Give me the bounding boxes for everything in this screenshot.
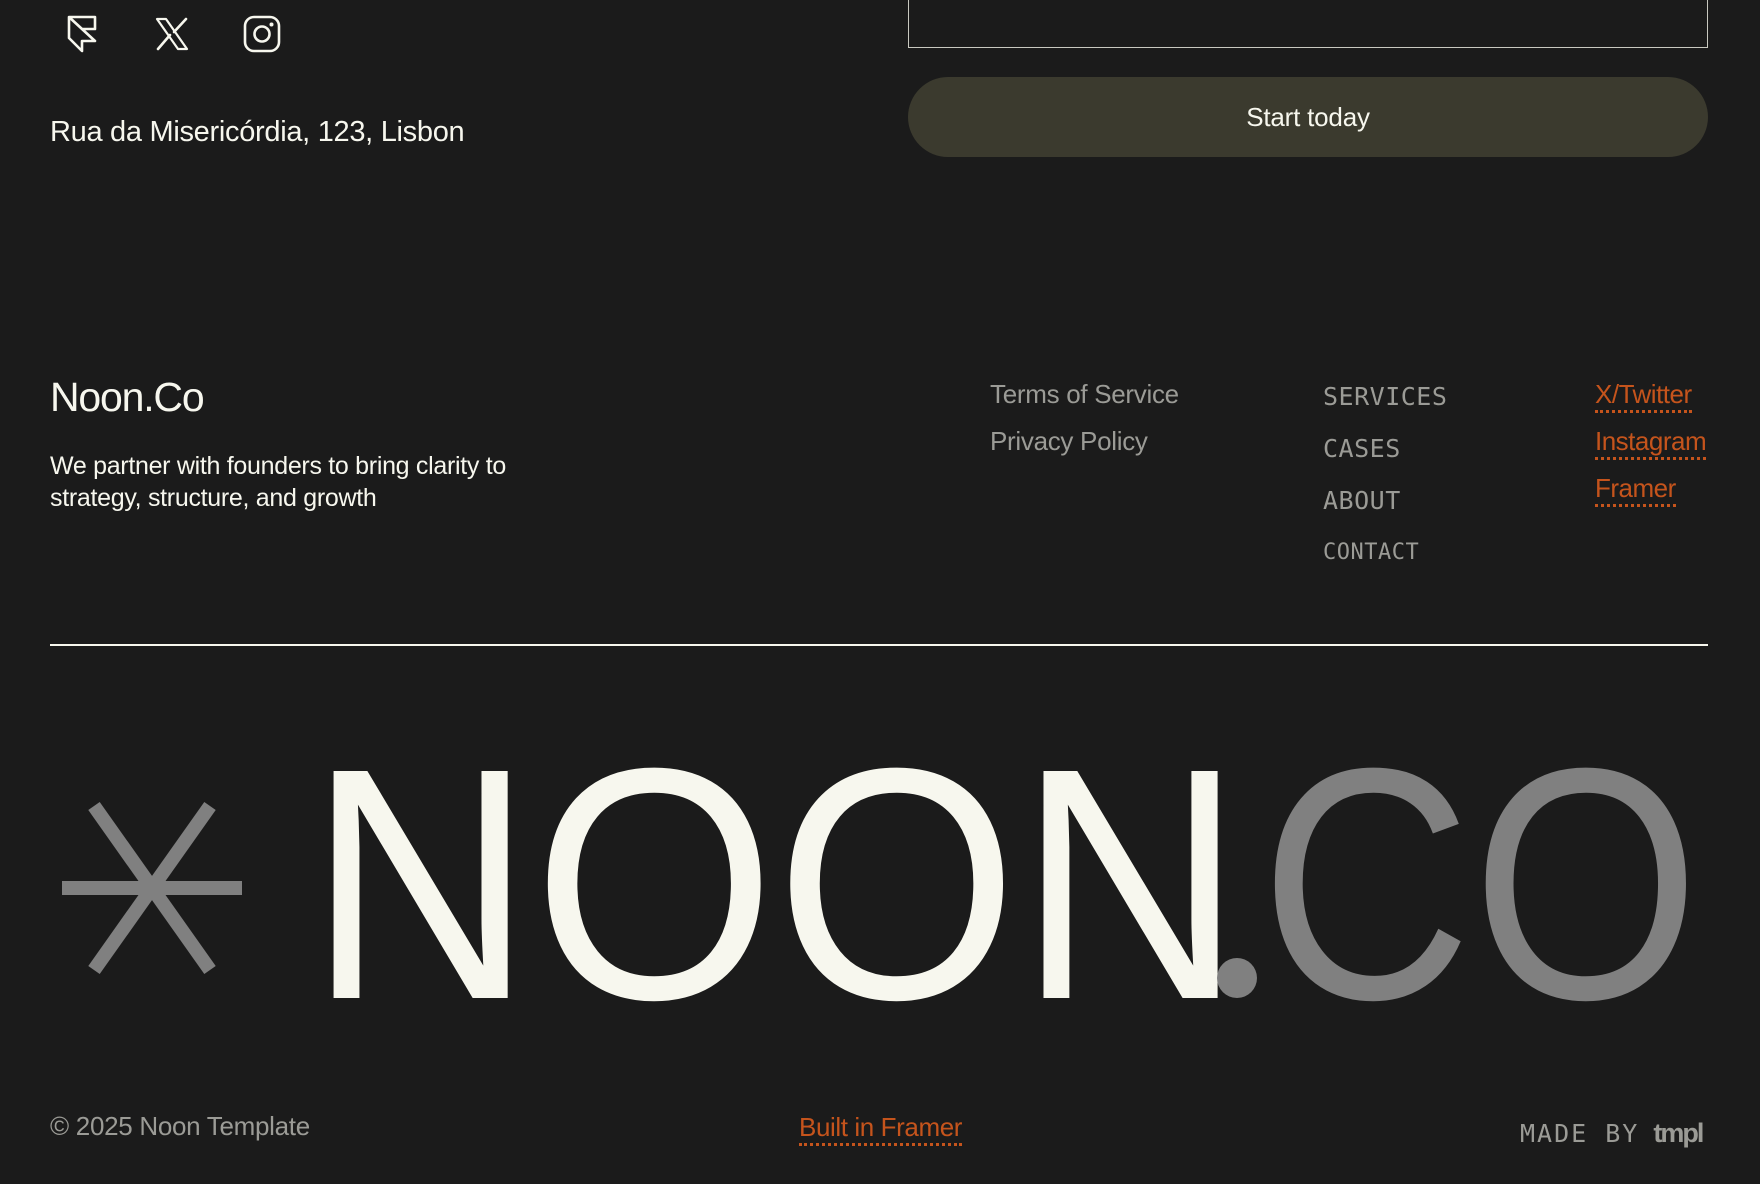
made-by-label: MADE BY — [1520, 1119, 1640, 1148]
terms-of-service-link[interactable]: Terms of Service — [990, 378, 1179, 410]
copyright-text: © 2025 Noon Template — [50, 1111, 310, 1141]
noon-co-wordmark: NOON CO — [62, 740, 1700, 1020]
wordmark-dot — [1217, 958, 1257, 998]
legal-links: Terms of Service Privacy Policy — [990, 378, 1179, 457]
footer-tagline: We partner with founders to bring clarit… — [50, 452, 507, 512]
wordmark-main: NOON — [308, 740, 1243, 1020]
built-in-framer-link[interactable]: Built in Framer — [799, 1111, 962, 1146]
nav-link-cases[interactable]: CASES — [1323, 432, 1447, 466]
framer-icon[interactable] — [62, 14, 102, 54]
tmpl-logo[interactable]: tmpl — [1653, 1118, 1704, 1149]
footer-nav: SERVICES CASES ABOUT CONTACT — [1323, 380, 1447, 570]
wordmark-accent: CO — [1260, 740, 1700, 1020]
instagram-link[interactable]: Instagram — [1595, 425, 1707, 460]
made-by-credit: MADE BY tmpl — [1520, 1118, 1704, 1149]
start-today-button[interactable]: Start today — [908, 77, 1708, 157]
social-icon-row — [62, 14, 282, 54]
footer-divider — [50, 644, 1708, 646]
nav-link-about[interactable]: ABOUT — [1323, 484, 1447, 518]
framer-link[interactable]: Framer — [1595, 472, 1676, 507]
social-links: X/Twitter Instagram Framer — [1595, 378, 1707, 507]
x-twitter-link[interactable]: X/Twitter — [1595, 378, 1692, 413]
footer-brand-name: Noon.Co — [50, 374, 205, 420]
x-icon[interactable] — [152, 14, 192, 54]
instagram-icon[interactable] — [242, 14, 282, 54]
office-address: Rua da Misericórdia, 123, Lisbon — [50, 116, 465, 148]
message-textarea[interactable] — [908, 0, 1708, 48]
nav-link-services[interactable]: SERVICES — [1323, 380, 1447, 414]
asterisk-icon — [62, 801, 242, 975]
privacy-policy-link[interactable]: Privacy Policy — [990, 425, 1179, 457]
nav-link-contact[interactable]: CONTACT — [1323, 536, 1447, 570]
